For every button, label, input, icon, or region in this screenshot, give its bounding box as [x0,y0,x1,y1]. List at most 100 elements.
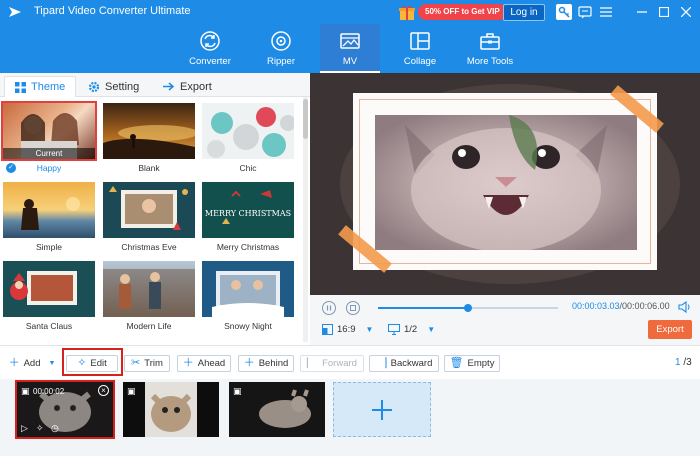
trim-button[interactable]: ✂ Trim [124,355,170,372]
toolbox-icon [480,33,500,50]
panel-tabs: Theme Setting Export [0,73,310,97]
theme-name: Merry Christmas [216,242,280,252]
main-nav: Converter Ripper MV Collage More Tools [0,24,700,73]
effects-icon[interactable]: ✧ [36,423,44,434]
key-icon[interactable] [556,4,572,20]
clip-timeline: ▣ 00:00:02 × ▷ ✧ ◷ ▣ ▣ [0,379,700,456]
aspect-ratio-select[interactable]: 16:9 ▼ [322,324,373,335]
remove-clip-icon[interactable]: × [98,385,109,396]
backward-label: Backward [390,358,433,369]
theme-item-merry-christmas[interactable]: MERRY CHRISTMAS Merry Christmas [202,182,294,256]
current-time: 00:00:03.03 [572,301,620,311]
scrollbar-thumb[interactable] [303,99,308,139]
theme-name: Santa Claus [25,321,73,331]
seek-knob[interactable] [464,304,472,312]
add-button[interactable]: ＋ Add ▼ [5,355,59,372]
chevron-down-icon: ▼ [427,325,436,334]
clock-icon[interactable]: ◷ [51,423,59,434]
player-controls: 00:00:03.03/00:00:06.00 16:9 ▼ 1/2 ▼ Exp… [310,295,700,345]
page-current: 1 [675,357,681,368]
theme-name: Blank [138,163,160,173]
theme-item-chic[interactable]: Chic [202,103,294,177]
trim-label: Trim [144,358,163,369]
seek-progress [378,307,468,309]
trash-icon: 🗑 [449,357,464,369]
monitor-icon [388,324,400,335]
theme-item-blank[interactable]: Blank [103,103,195,177]
time-display: 00:00:03.03/00:00:06.00 [572,301,670,311]
theme-thumbnail [202,103,294,159]
plus-icon [372,399,392,420]
edit-highlight-box [62,348,123,376]
total-time: /00:00:06.00 [619,301,670,311]
cat-photo [375,115,637,250]
volume-icon[interactable] [678,300,692,314]
nav-converter[interactable]: Converter [180,24,240,73]
tab-export[interactable]: Export [162,76,212,97]
gear-icon [88,81,100,92]
theme-thumbnail: MERRY CHRISTMAS [202,182,294,238]
stop-icon[interactable] [346,301,360,315]
feedback-icon[interactable] [577,4,593,20]
theme-name: Snowy Night [224,321,272,331]
theme-name: Happy [36,163,62,173]
add-clip-button[interactable] [333,382,431,437]
maximize-icon[interactable] [656,4,672,20]
theme-thumbnail [103,261,195,317]
nav-label: Collage [403,56,437,67]
theme-item-christmas-eve[interactable]: Christmas Eve [103,182,195,256]
clip-item[interactable]: ▣ 00:00:02 × ▷ ✧ ◷ [15,380,115,439]
merry-christmas-image: MERRY CHRISTMAS [205,190,291,224]
play-icon[interactable]: ▷ [21,423,28,434]
nav-label: More Tools [466,56,514,67]
theme-item-happy[interactable]: Current ✓ Happy [1,101,97,177]
photo-frame [338,85,664,273]
preview-stage [310,73,700,295]
nav-ripper[interactable]: Ripper [251,24,311,73]
menu-icon[interactable] [598,4,614,20]
pause-icon[interactable] [322,301,336,315]
add-label: Add [23,358,41,369]
mv-icon [340,33,360,49]
theme-item-simple[interactable]: Simple [3,182,95,256]
forward-button[interactable]: ⎸ Forward [300,355,364,372]
minimize-icon[interactable] [634,4,650,20]
close-icon[interactable] [678,4,694,20]
clip-item[interactable]: ▣ [123,382,219,437]
backward-button[interactable]: ⎹ Backward [369,355,439,372]
theme-item-modern-life[interactable]: Modern Life [103,261,195,335]
clip-item[interactable]: ▣ [229,382,325,437]
theme-item-santa-claus[interactable]: Santa Claus [3,261,95,335]
theme-scrollbar[interactable] [303,97,308,342]
preview-panel: 00:00:03.03/00:00:06.00 16:9 ▼ 1/2 ▼ Exp… [310,73,700,345]
screen-value: 1/2 [404,324,418,335]
clip-duration: 00:00:02 [33,387,65,396]
page-total: /3 [683,357,692,368]
behind-button[interactable]: ＋ Behind [238,355,294,372]
theme-thumbnail [202,261,294,317]
ahead-button[interactable]: ＋ Ahead [177,355,231,372]
theme-item-snowy-night[interactable]: Snowy Night [202,261,294,335]
vip-promo-banner[interactable]: 50% OFF to Get VIP [418,4,507,20]
simple-photo-image [21,197,80,230]
theme-thumbnail [3,261,95,317]
nav-label: MV [342,56,358,67]
tab-theme[interactable]: Theme [4,76,77,97]
clip-thumbnail-image [229,382,325,437]
tab-setting[interactable]: Setting [88,76,139,97]
nav-collage[interactable]: Collage [390,24,450,73]
title-bar: Tipard Video Converter Ultimate 50% OFF … [0,0,700,24]
screen-select[interactable]: 1/2 ▼ [388,324,435,335]
image-icon: ▣ [21,386,30,396]
forward-label: Forward [322,358,357,369]
collage-icon [410,32,430,50]
forward-bracket-icon: ⎸ [307,357,319,369]
chevron-down-icon: ▼ [48,360,56,367]
gift-icon[interactable] [398,3,416,21]
export-button[interactable]: Export [648,320,692,339]
clip-thumbnail-image [123,382,219,437]
login-button[interactable]: Log in [503,4,545,21]
nav-mv[interactable]: MV [320,24,380,73]
empty-button[interactable]: 🗑 Empty [444,355,500,372]
nav-more-tools[interactable]: More Tools [460,24,520,73]
